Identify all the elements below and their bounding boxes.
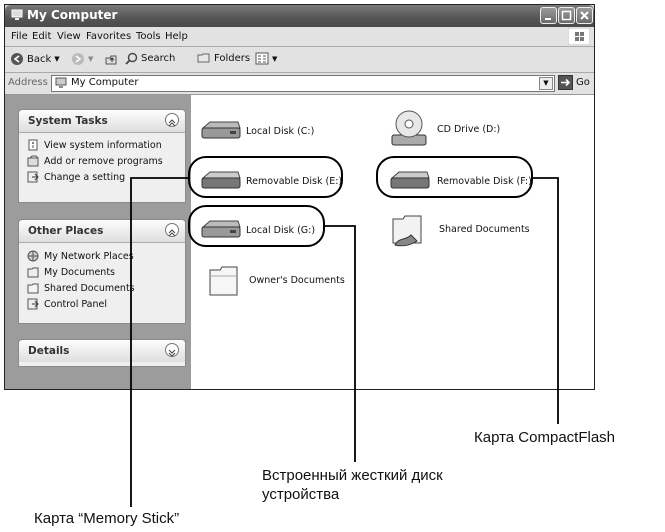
- caption-compactflash: Карта CompactFlash: [474, 429, 616, 446]
- caption-builtin-line2: устройства: [262, 486, 340, 503]
- callout-leader-lines: [130, 177, 559, 507]
- caption-memory-stick: Карта “Memory Stick”: [34, 510, 180, 527]
- caption-builtin-line1: Встроенный жесткий диск: [262, 467, 443, 484]
